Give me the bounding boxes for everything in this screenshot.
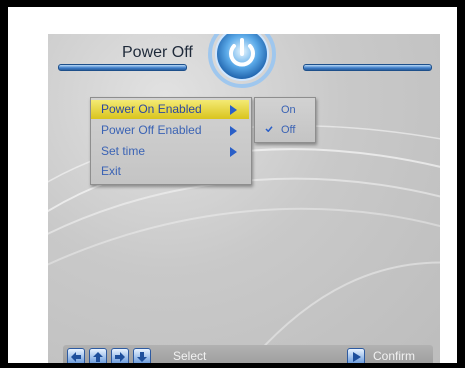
- menu-item-label: Power Off Enabled: [101, 123, 202, 137]
- arrow-down-icon[interactable]: [133, 348, 151, 363]
- menu-item-exit[interactable]: Exit: [91, 162, 249, 181]
- title-bar: Power Off: [48, 34, 440, 94]
- power-off-menu: Power On Enabled Power Off Enabled Set t…: [90, 97, 252, 185]
- confirm-hint: Confirm: [373, 349, 416, 363]
- option-label: Off: [281, 124, 296, 136]
- arrow-up-icon[interactable]: [89, 348, 107, 363]
- power-on-submenu: On Off: [254, 97, 316, 143]
- tv-screen: Power Off Power On Enabled Power Off Ena…: [8, 7, 457, 363]
- power-icon: [208, 34, 276, 88]
- chevron-right-icon: [230, 147, 237, 157]
- checkmark-icon: [265, 126, 273, 132]
- arrow-left-icon[interactable]: [67, 348, 85, 363]
- chevron-right-icon: [230, 126, 237, 136]
- menu-item-label: Power On Enabled: [101, 102, 202, 116]
- menu-item-power-on-enabled[interactable]: Power On Enabled: [91, 100, 249, 119]
- submenu-option-on[interactable]: On: [255, 100, 315, 120]
- title-line-left: [58, 64, 187, 71]
- option-label: On: [281, 104, 296, 116]
- arrow-right-icon[interactable]: [111, 348, 129, 363]
- chevron-right-icon: [230, 105, 237, 115]
- page-title: Power Off: [122, 44, 193, 61]
- menu-item-label: Exit: [101, 164, 122, 178]
- play-icon[interactable]: [347, 348, 365, 363]
- submenu-option-off[interactable]: Off: [255, 120, 315, 140]
- select-hint: Select: [173, 349, 207, 363]
- menu-item-label: Set time: [101, 144, 146, 158]
- title-line-right: [303, 64, 432, 71]
- footer-bar: Select Confirm: [63, 345, 433, 363]
- menu-item-power-off-enabled[interactable]: Power Off Enabled: [91, 121, 249, 140]
- menu-item-set-time[interactable]: Set time: [91, 142, 249, 161]
- osd-panel: Power Off: [48, 34, 440, 363]
